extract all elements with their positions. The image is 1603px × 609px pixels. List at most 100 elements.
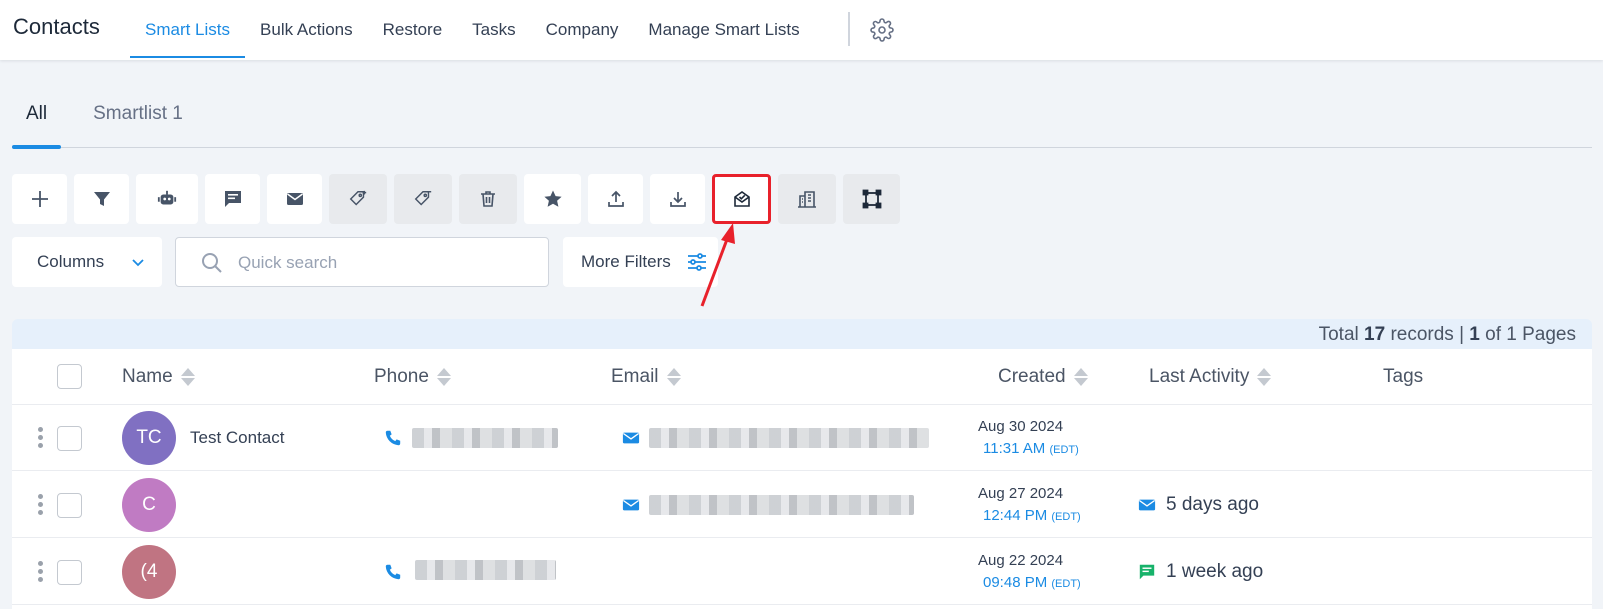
table-row[interactable]: C Aug 27 2024 12:44 PM (EDT) 5 days ago bbox=[12, 472, 1592, 538]
chat-icon bbox=[224, 191, 241, 207]
created-time: 11:31 AM (EDT) bbox=[983, 440, 1079, 457]
created-date: Aug 22 2024 bbox=[978, 552, 1064, 569]
table-body: Name Phone Email Created Last Activity T… bbox=[12, 349, 1592, 609]
search-input[interactable] bbox=[238, 250, 528, 276]
settings-button[interactable] bbox=[868, 16, 896, 44]
row-checkbox[interactable] bbox=[57, 426, 82, 451]
row-checkbox[interactable] bbox=[57, 560, 82, 585]
search-icon bbox=[202, 253, 222, 273]
created-time: 12:44 PM (EDT) bbox=[983, 507, 1081, 524]
delete-button[interactable] bbox=[459, 174, 517, 224]
col-created-label: Created bbox=[998, 366, 1066, 387]
mail-icon bbox=[1138, 499, 1156, 511]
nav-smart-lists[interactable]: Smart Lists bbox=[130, 0, 246, 60]
row-menu-icon[interactable] bbox=[38, 561, 44, 582]
table-row[interactable]: (4 Aug 22 2024 09:48 PM (EDT) 1 week ago bbox=[12, 539, 1592, 605]
time-value: 12:44 PM bbox=[983, 507, 1048, 524]
col-tags-label: Tags bbox=[1383, 366, 1424, 387]
envelope-open-icon bbox=[733, 191, 750, 207]
add-contact-button[interactable] bbox=[12, 174, 67, 224]
add-icon bbox=[31, 191, 48, 207]
phone-icon bbox=[385, 430, 401, 446]
merge-button[interactable] bbox=[843, 174, 900, 224]
tab-all[interactable]: All bbox=[12, 80, 62, 149]
filter-button[interactable] bbox=[74, 174, 129, 224]
summary-suffix: of 1 Pages bbox=[1485, 324, 1576, 345]
col-name-label: Name bbox=[122, 366, 173, 387]
sort-icon bbox=[666, 368, 681, 386]
timezone: (EDT) bbox=[1049, 444, 1079, 456]
col-header-phone[interactable]: Phone bbox=[374, 366, 451, 388]
import-button[interactable] bbox=[650, 174, 705, 224]
mail-icon bbox=[286, 193, 303, 205]
row-menu-icon[interactable] bbox=[38, 494, 44, 515]
created-date: Aug 27 2024 bbox=[978, 485, 1064, 502]
star-icon bbox=[543, 190, 562, 207]
total-count: 17 bbox=[1364, 324, 1386, 345]
mail-icon bbox=[622, 499, 640, 511]
col-header-email[interactable]: Email bbox=[611, 366, 681, 388]
columns-label: Columns bbox=[37, 252, 105, 271]
sms-icon bbox=[1139, 564, 1155, 580]
gear-icon bbox=[870, 18, 894, 42]
select-all-checkbox[interactable] bbox=[57, 364, 82, 389]
col-phone-label: Phone bbox=[374, 366, 429, 387]
remove-tag-button[interactable] bbox=[394, 174, 452, 224]
top-header: Contacts Smart Lists Bulk Actions Restor… bbox=[0, 0, 1603, 60]
phone-redacted bbox=[412, 428, 558, 448]
sort-icon bbox=[436, 368, 451, 386]
contact-name[interactable]: Test Contact bbox=[190, 428, 285, 448]
company-button[interactable] bbox=[778, 174, 836, 224]
col-email-label: Email bbox=[611, 366, 659, 387]
more-filters-button[interactable]: More Filters bbox=[563, 237, 718, 287]
nav-restore[interactable]: Restore bbox=[368, 0, 458, 60]
last-activity: 5 days ago bbox=[1138, 494, 1259, 516]
trash-icon bbox=[481, 191, 495, 207]
automation-button[interactable] bbox=[136, 174, 198, 224]
created-time: 09:48 PM (EDT) bbox=[983, 574, 1081, 591]
summary-prefix: Total bbox=[1318, 324, 1359, 345]
time-value: 11:31 AM bbox=[983, 440, 1046, 457]
email-redacted bbox=[649, 428, 929, 448]
contacts-table: Total 17 records | 1 of 1 Pages Name Pho… bbox=[12, 319, 1592, 609]
col-header-last-activity[interactable]: Last Activity bbox=[1149, 366, 1272, 388]
timezone: (EDT) bbox=[1051, 511, 1081, 523]
time-value: 09:48 PM bbox=[983, 574, 1048, 591]
upload-icon bbox=[607, 190, 624, 207]
nav-divider bbox=[848, 12, 850, 46]
merge-icon bbox=[862, 189, 881, 209]
favorite-button[interactable] bbox=[524, 174, 581, 224]
sort-icon bbox=[180, 368, 195, 386]
mail-icon bbox=[622, 432, 640, 444]
tab-smartlist-1[interactable]: Smartlist 1 bbox=[79, 80, 197, 148]
summary-middle: records | bbox=[1390, 324, 1465, 345]
row-menu-icon[interactable] bbox=[38, 427, 44, 448]
col-header-created[interactable]: Created bbox=[998, 366, 1088, 388]
add-tag-button[interactable] bbox=[329, 174, 387, 224]
sort-icon bbox=[1257, 368, 1272, 386]
col-header-name[interactable]: Name bbox=[122, 366, 195, 388]
row-checkbox[interactable] bbox=[57, 493, 82, 518]
nav-company[interactable]: Company bbox=[531, 0, 634, 60]
nav-tasks[interactable]: Tasks bbox=[457, 0, 530, 60]
avatar: (4 bbox=[122, 545, 176, 599]
download-icon bbox=[669, 192, 686, 207]
export-button[interactable] bbox=[588, 174, 643, 224]
filter-icon bbox=[93, 192, 110, 206]
columns-dropdown[interactable]: Columns bbox=[12, 237, 162, 287]
nav-manage-smart-lists[interactable]: Manage Smart Lists bbox=[633, 0, 814, 60]
app-title: Contacts bbox=[13, 14, 100, 39]
more-filters-label: More Filters bbox=[581, 252, 671, 271]
records-summary: Total 17 records | 1 of 1 Pages bbox=[1319, 324, 1576, 346]
send-sms-button[interactable] bbox=[205, 174, 260, 224]
tag-add-icon bbox=[349, 190, 367, 206]
nav-bulk-actions[interactable]: Bulk Actions bbox=[245, 0, 368, 60]
email-verify-button[interactable] bbox=[712, 174, 771, 224]
activity-text: 5 days ago bbox=[1166, 494, 1259, 515]
send-email-button[interactable] bbox=[267, 174, 322, 224]
avatar: C bbox=[122, 478, 176, 532]
avatar: TC bbox=[122, 411, 176, 465]
current-page: 1 bbox=[1469, 324, 1480, 345]
table-row[interactable]: TC Test Contact Aug 30 2024 11:31 AM (ED… bbox=[12, 405, 1592, 471]
col-header-tags: Tags bbox=[1383, 366, 1423, 388]
